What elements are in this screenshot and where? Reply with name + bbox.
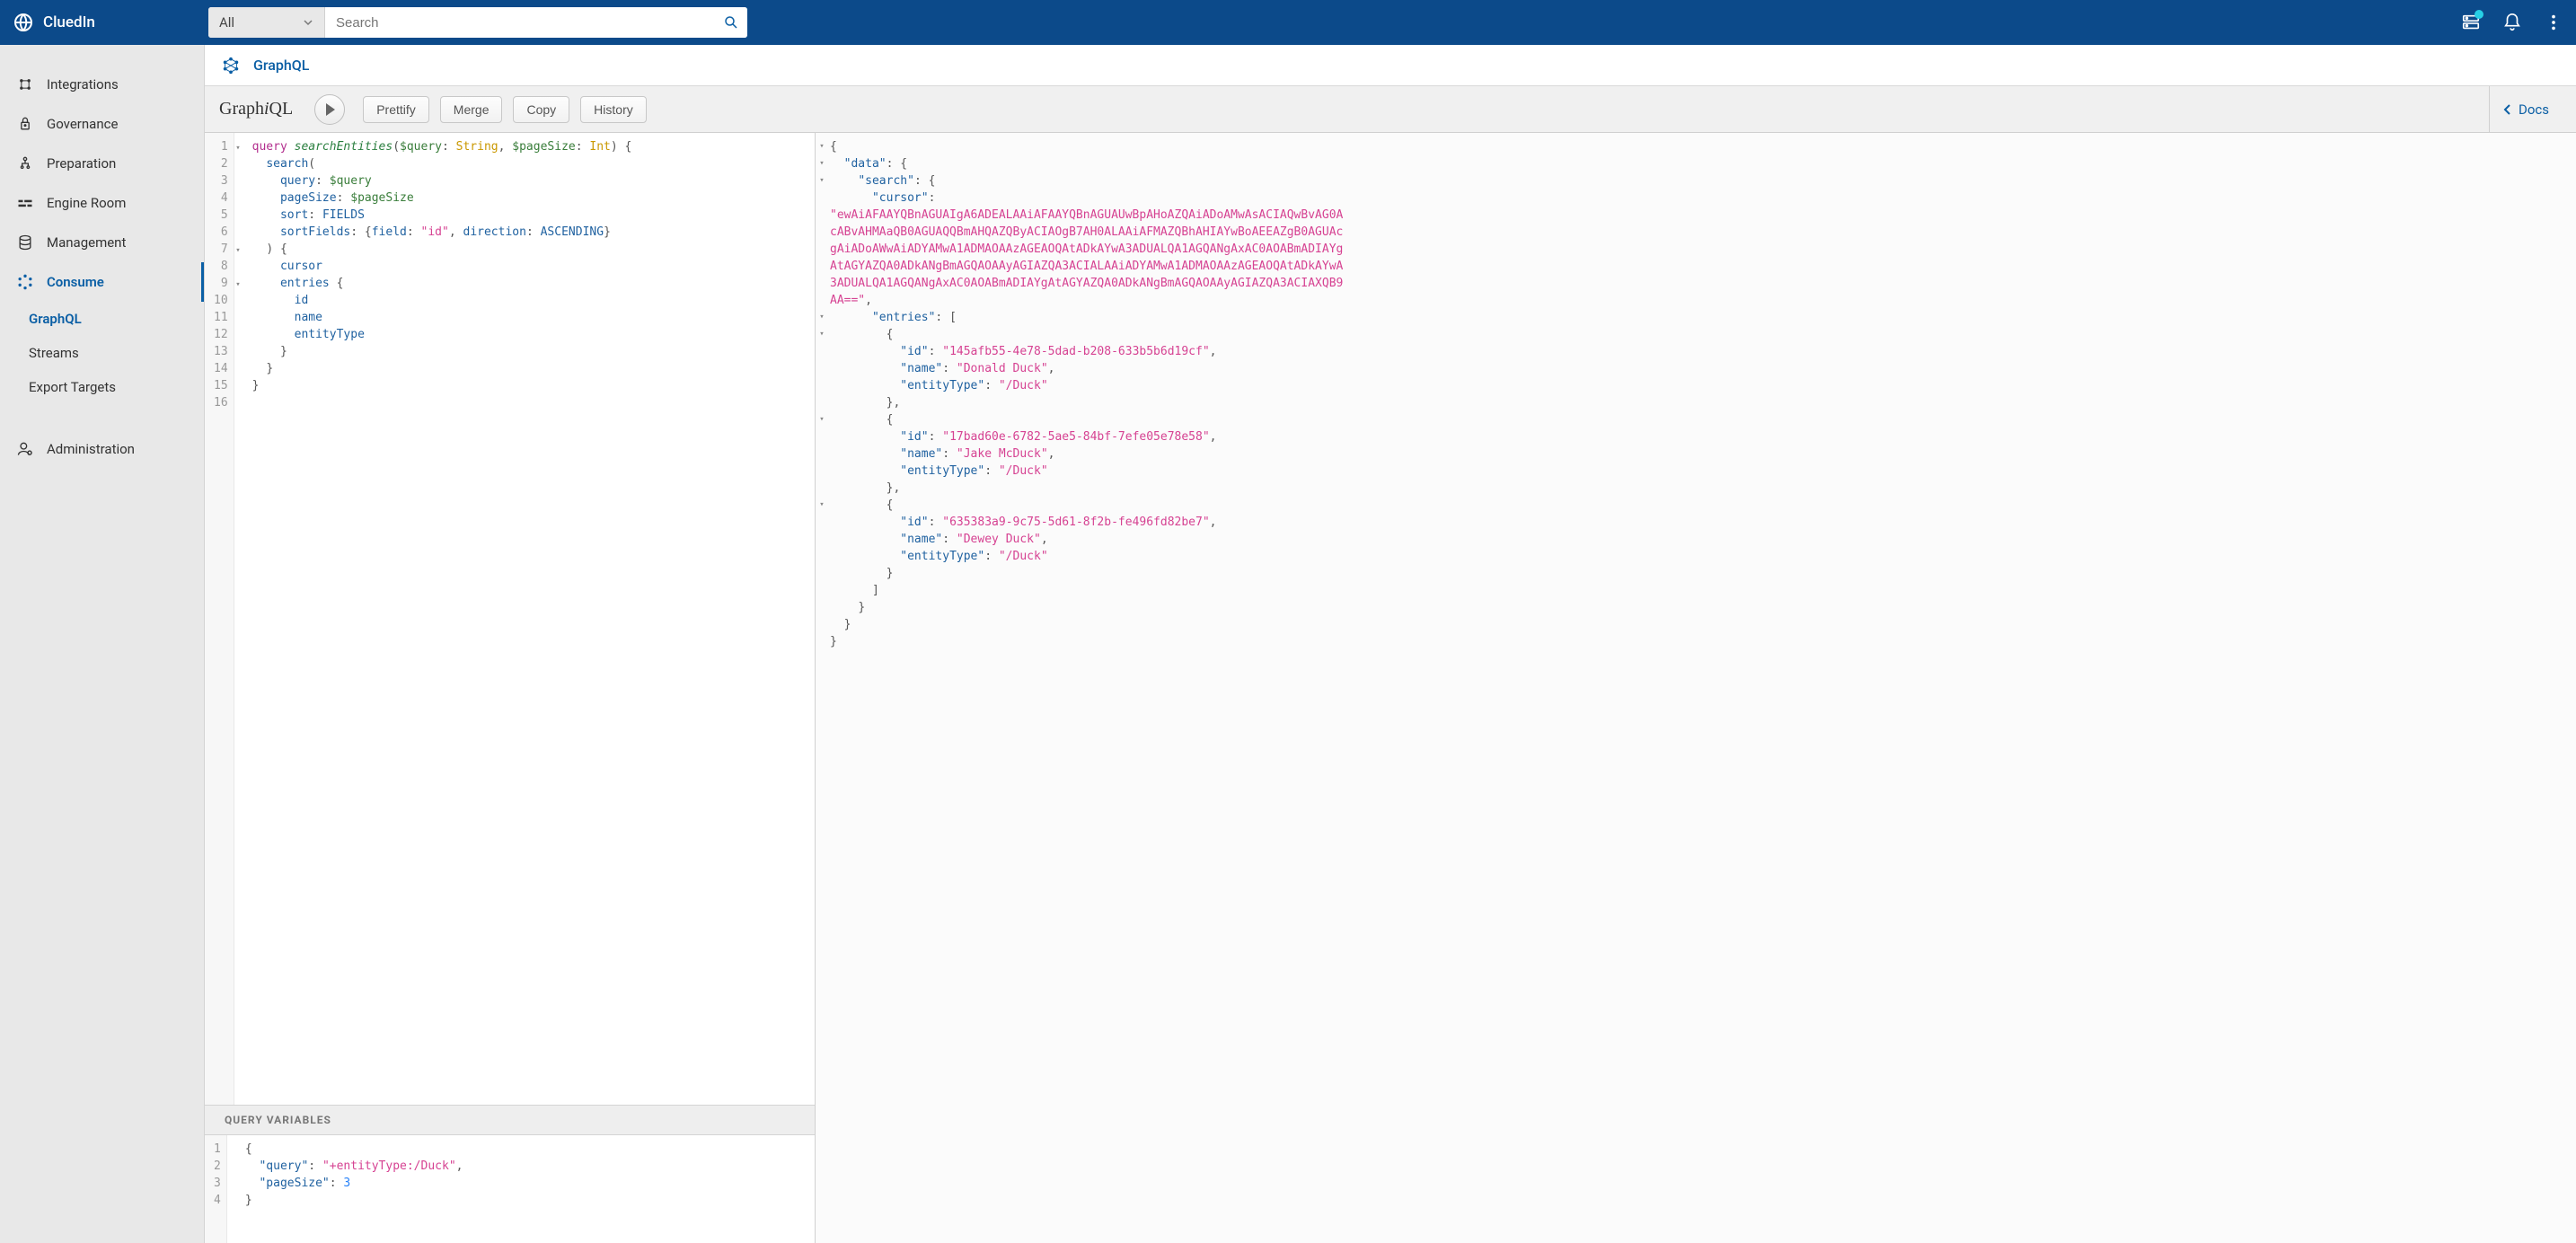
- sidebar-item-engine-room[interactable]: Engine Room: [0, 183, 204, 223]
- result-pane[interactable]: ▾▾▾▾▾▾▾ { "data": { "search": { "cursor"…: [816, 133, 2576, 1243]
- sidebar-item-label: Administration: [47, 441, 135, 457]
- sidebar-subitem-streams[interactable]: Streams: [0, 336, 204, 370]
- graphiql-toolbar: GraphiQL Prettify Merge Copy History Doc…: [205, 86, 2576, 133]
- app-header: CluedIn All: [0, 0, 2576, 45]
- play-icon: [326, 103, 335, 116]
- nav-icon: [16, 273, 34, 291]
- sidebar-item-management[interactable]: Management: [0, 223, 204, 262]
- history-button[interactable]: History: [580, 96, 647, 123]
- notifications-icon[interactable]: [2502, 13, 2522, 32]
- copy-button[interactable]: Copy: [513, 96, 569, 123]
- merge-button[interactable]: Merge: [440, 96, 503, 123]
- header-actions: [2461, 13, 2563, 32]
- sidebar-item-integrations[interactable]: Integrations: [0, 65, 204, 104]
- graphiql-logo: GraphiQL: [219, 99, 293, 119]
- status-indicator-dot: [2475, 10, 2483, 19]
- variables-editor[interactable]: 1234 { "query": "+entityType:/Duck", "pa…: [205, 1135, 815, 1243]
- sidebar-item-label: Integrations: [47, 76, 119, 93]
- execute-button[interactable]: [314, 94, 345, 125]
- server-status-icon[interactable]: [2461, 13, 2481, 32]
- sidebar-item-preparation[interactable]: Preparation: [0, 144, 204, 183]
- sidebar-item-label: Consume: [47, 274, 104, 290]
- admin-icon: [16, 440, 34, 458]
- sidebar-item-label: Governance: [47, 116, 118, 132]
- search-button[interactable]: [715, 7, 747, 38]
- sidebar-item-label: Engine Room: [47, 195, 126, 211]
- search-category-dropdown[interactable]: All: [208, 7, 325, 38]
- sidebar-subitem-graphql[interactable]: GraphQL: [0, 302, 204, 336]
- docs-button[interactable]: Docs: [2489, 86, 2562, 133]
- query-editor[interactable]: 1▾234567▾89▾10111213141516 query searchE…: [205, 133, 815, 1105]
- sidebar-item-label: Management: [47, 234, 126, 251]
- sidebar-item-label: Preparation: [47, 155, 116, 172]
- search-input[interactable]: [325, 7, 715, 38]
- graphql-page-icon: [221, 56, 241, 75]
- chevron-left-icon: [2502, 103, 2513, 116]
- brand-name: CluedIn: [43, 13, 95, 31]
- sidebar: Integrations Governance Preparation Engine …: [0, 45, 205, 1243]
- global-search: All: [208, 7, 747, 38]
- more-menu-icon[interactable]: [2544, 13, 2563, 32]
- nav-icon: [16, 154, 34, 172]
- nav-icon: [16, 75, 34, 93]
- prettify-button[interactable]: Prettify: [363, 96, 429, 123]
- nav-icon: [16, 115, 34, 133]
- main-content: GraphQL GraphiQL Prettify Merge Copy His…: [205, 45, 2576, 1243]
- search-category-label: All: [219, 14, 234, 31]
- nav-icon: [16, 234, 34, 251]
- sidebar-subitem-export-targets[interactable]: Export Targets: [0, 370, 204, 404]
- brand-logo[interactable]: CluedIn: [13, 12, 192, 33]
- query-variables-header[interactable]: QUERY VARIABLES: [205, 1105, 815, 1135]
- sidebar-item-governance[interactable]: Governance: [0, 104, 204, 144]
- nav-icon: [16, 194, 34, 212]
- sidebar-item-administration[interactable]: Administration: [0, 429, 204, 469]
- sidebar-item-consume[interactable]: Consume: [0, 262, 204, 302]
- chevron-down-icon: [303, 17, 313, 28]
- breadcrumb: GraphQL: [205, 45, 2576, 86]
- breadcrumb-title: GraphQL: [253, 57, 309, 74]
- search-icon: [723, 14, 739, 31]
- cluedin-logo-icon: [13, 12, 34, 33]
